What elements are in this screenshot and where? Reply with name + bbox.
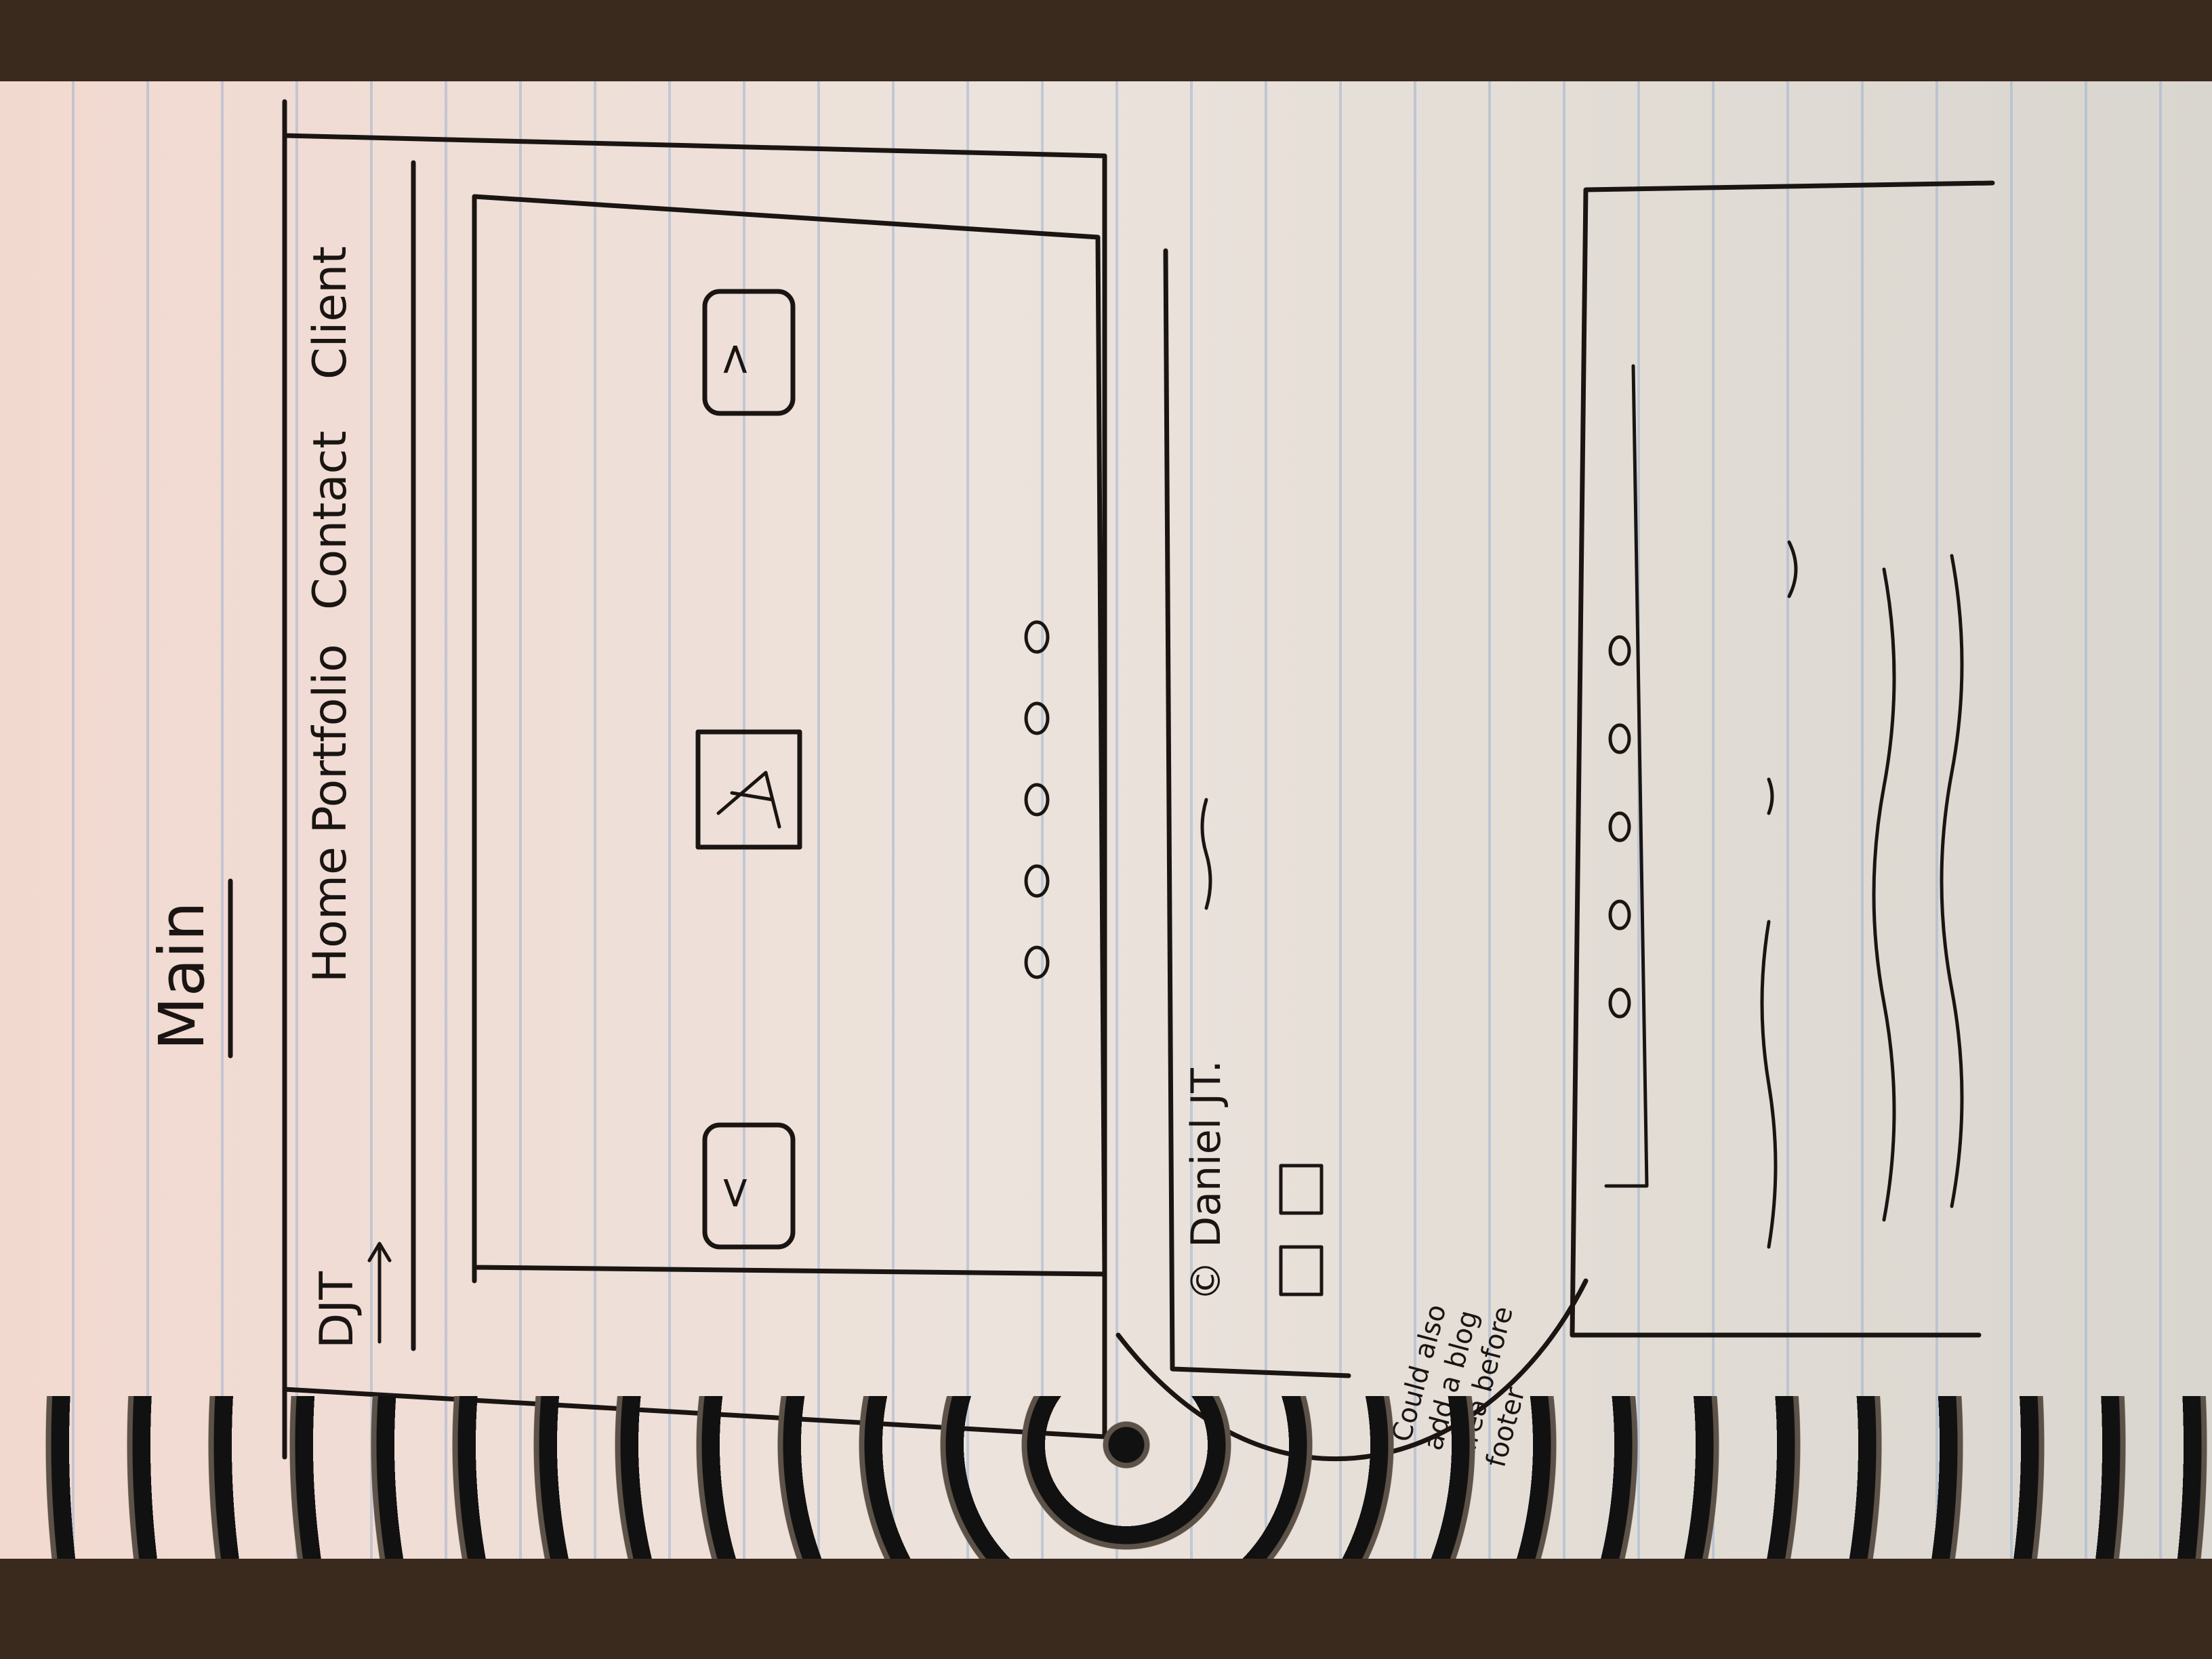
- slider-dot[interactable]: [1024, 783, 1050, 817]
- text-scribble: [1787, 540, 1798, 598]
- slider-dot: [1608, 899, 1631, 930]
- slider-dot: [1608, 811, 1631, 842]
- nav-client[interactable]: Client: [304, 246, 357, 380]
- chevron-right-icon[interactable]: >: [710, 341, 760, 377]
- text-scribble: [1760, 777, 1778, 1249]
- logo-arrow-icon: [367, 1242, 392, 1344]
- slider-dot: [1608, 635, 1631, 666]
- footer-scribble: [1200, 798, 1212, 910]
- secondary-dots: [1608, 635, 1631, 1019]
- text-scribble: [1940, 554, 1964, 1208]
- nav-contact[interactable]: Contact: [304, 430, 357, 610]
- nav-portfolio[interactable]: Portfolio: [304, 644, 357, 834]
- image-icon: [716, 771, 781, 829]
- slider-dot: [1608, 723, 1631, 754]
- social-icon[interactable]: [1279, 1164, 1324, 1215]
- spiral-binding: [41, 1396, 2212, 1559]
- footer-credit: © Daniel JT.: [1183, 1060, 1230, 1301]
- notebook-page: Main DJT Home Portfolio Contact Client <: [0, 81, 2212, 1559]
- social-icon[interactable]: [1279, 1245, 1324, 1296]
- page-frame: [282, 99, 1107, 1460]
- slider-dot[interactable]: [1024, 701, 1050, 735]
- sketch-title: Main: [146, 901, 218, 1050]
- chevron-left-icon[interactable]: <: [710, 1174, 760, 1211]
- nav-home[interactable]: Home: [304, 846, 357, 983]
- image-slider: [472, 194, 1107, 1284]
- wireframe-sketch: Main DJT Home Portfolio Contact Client <: [146, 99, 1995, 1471]
- slider-dot[interactable]: [1024, 620, 1050, 654]
- text-scribble: [1872, 567, 1896, 1222]
- slider-dot[interactable]: [1024, 945, 1050, 979]
- image-placeholder: [695, 729, 802, 850]
- secondary-inner-frame: [1604, 364, 1649, 1188]
- slider-dots: [1024, 620, 1050, 979]
- slider-dot: [1608, 987, 1631, 1019]
- slider-dot[interactable]: [1024, 864, 1050, 898]
- secondary-frame: [1570, 180, 1995, 1338]
- logo-text: DJT: [310, 1271, 364, 1349]
